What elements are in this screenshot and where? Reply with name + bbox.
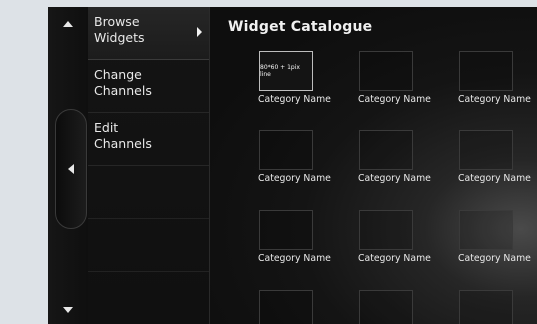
arrow-left-icon [68, 164, 74, 174]
category-name: Category Name [258, 253, 331, 264]
category-name: Category Name [358, 253, 431, 264]
widget-tile[interactable]: Category Name [358, 130, 458, 184]
category-name: Category Name [258, 173, 331, 184]
thumbnail-spec-label: 80*60 + 1pix line [260, 64, 300, 78]
widget-tile[interactable]: Category Name [258, 130, 358, 184]
widget-tile[interactable] [458, 290, 537, 324]
widget-thumbnail [459, 130, 513, 170]
menu-item-browse-widgets[interactable]: Browse Widgets [88, 7, 209, 60]
widget-thumbnail [459, 210, 513, 250]
menu-item-label: Change Channels [94, 67, 152, 98]
widget-tile[interactable]: Category Name [458, 51, 537, 105]
category-name: Category Name [358, 173, 431, 184]
arrow-up-icon [63, 21, 73, 27]
widget-tile[interactable] [258, 290, 358, 324]
menu-item-label: Browse Widgets [94, 14, 145, 45]
scroll-up-button[interactable] [48, 11, 88, 37]
widget-thumbnail: 80*60 + 1pix line [259, 51, 313, 91]
category-name: Category Name [358, 94, 431, 105]
widget-thumbnail [459, 290, 513, 324]
widget-tile[interactable]: Category Name [358, 51, 458, 105]
widget-thumbnail [359, 290, 413, 324]
widget-thumbnail [359, 51, 413, 91]
widget-catalogue-panel: Widget Catalogue 80*60 + 1pix line Categ… [210, 7, 537, 324]
page-title: Widget Catalogue [228, 19, 373, 35]
category-name: Category Name [458, 173, 531, 184]
widget-thumbnail [259, 210, 313, 250]
widget-tile[interactable]: Category Name [258, 210, 358, 264]
menu-item-change-channels[interactable]: Change Channels [88, 60, 209, 113]
side-menu: Browse Widgets Change Channels Edit Chan… [88, 7, 210, 324]
widget-tile[interactable]: Category Name [458, 130, 537, 184]
category-name: Category Name [458, 94, 531, 105]
navigation-rail [48, 7, 89, 324]
widget-tile[interactable]: 80*60 + 1pix line Category Name [258, 51, 358, 105]
scroll-down-button[interactable] [48, 297, 88, 323]
menu-item-edit-channels[interactable]: Edit Channels [88, 113, 209, 166]
category-name: Category Name [458, 253, 531, 264]
widget-tile[interactable]: Category Name [458, 210, 537, 264]
widget-tile[interactable] [358, 290, 458, 324]
menu-item-label: Edit Channels [94, 120, 152, 151]
widget-thumbnail [259, 290, 313, 324]
device-screen: Browse Widgets Change Channels Edit Chan… [48, 7, 537, 324]
arrow-down-icon [63, 307, 73, 313]
chevron-right-icon [197, 27, 202, 37]
widget-thumbnail [359, 210, 413, 250]
category-name: Category Name [258, 94, 331, 105]
menu-empty-slot [88, 219, 209, 272]
menu-empty-slot [88, 166, 209, 219]
collapse-handle[interactable] [55, 109, 87, 229]
widget-thumbnail [259, 130, 313, 170]
widget-thumbnail [459, 51, 513, 91]
widget-thumbnail [359, 130, 413, 170]
widget-tile[interactable]: Category Name [358, 210, 458, 264]
